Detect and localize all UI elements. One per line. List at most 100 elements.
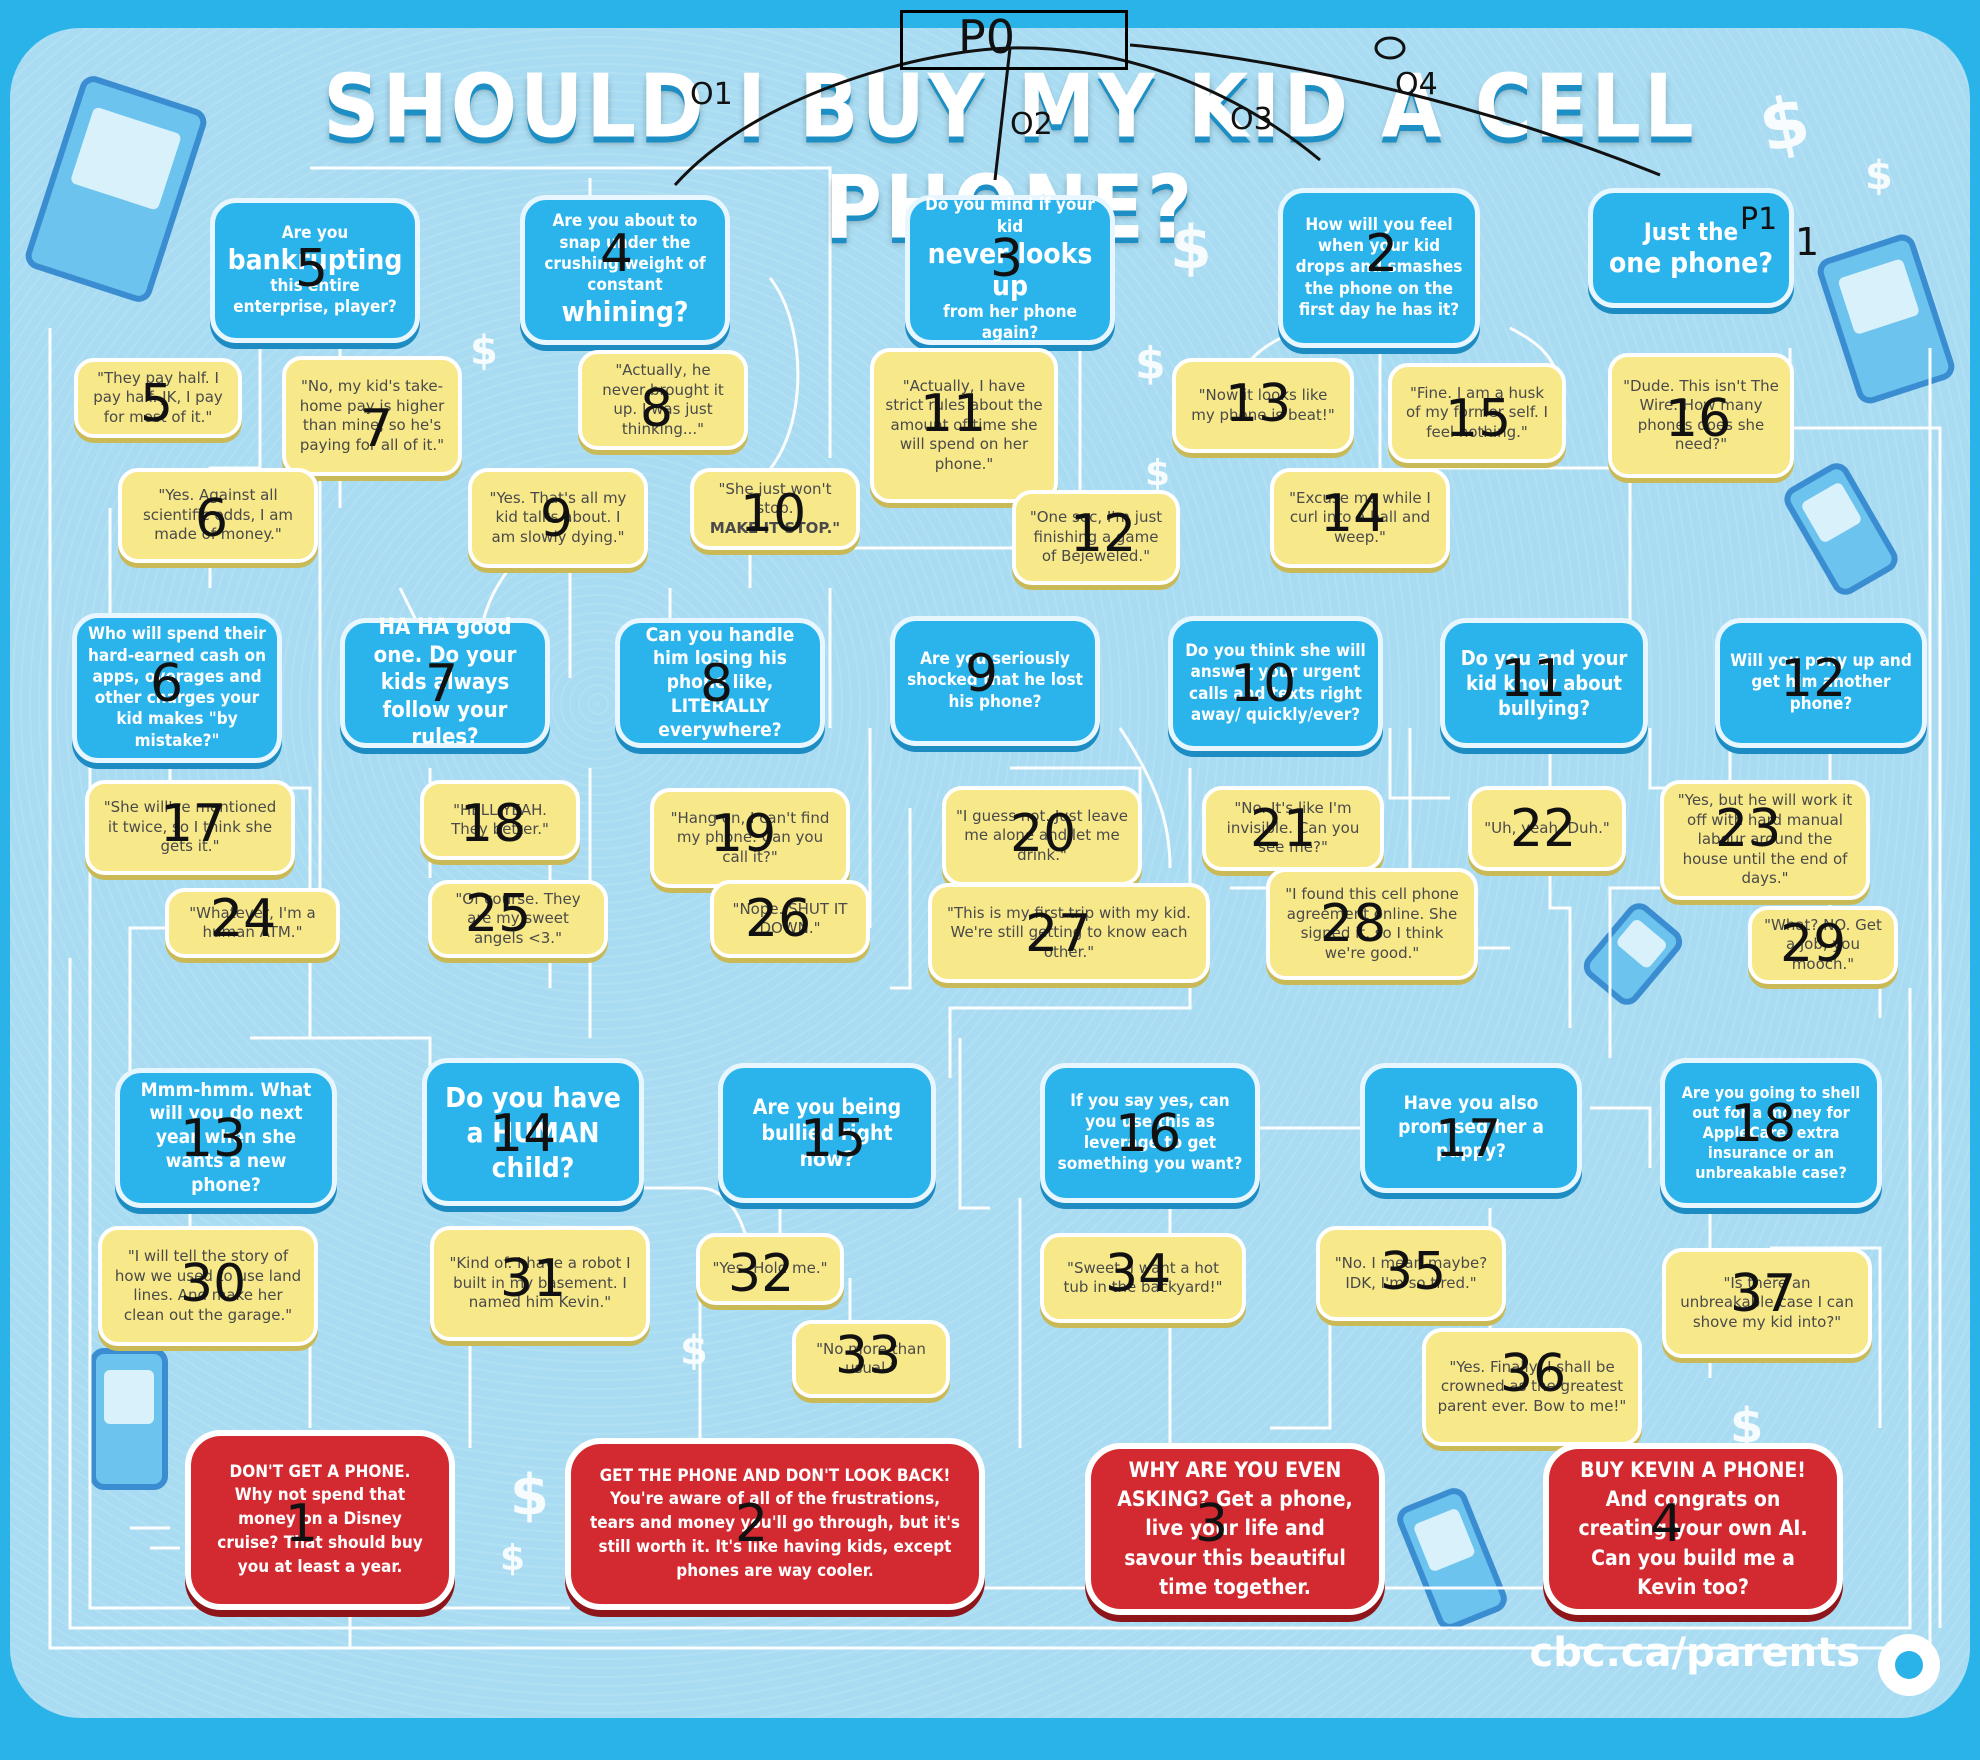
answer-box-34[interactable]: "Sweet. I want a hot tub in the backyard…: [1040, 1233, 1246, 1323]
answer-box-35[interactable]: "No. I mean maybe? IDK, I'm so tired.": [1316, 1226, 1506, 1321]
answer-box-21[interactable]: "No. It's like I'm invisible. Can you se…: [1202, 786, 1384, 871]
ending-text: GET THE PHONE AND DON'T LOOK BACK! You'r…: [589, 1465, 960, 1581]
answer-box-31[interactable]: "Kind of. I have a robot I built in my b…: [430, 1226, 650, 1341]
question-box-13[interactable]: Mmm-hmm. What will you do next year when…: [115, 1068, 337, 1208]
answer-text: "Yes, but he will work it off with hard …: [1677, 791, 1853, 888]
answer-text-bold: MAKE IT STOP.": [709, 518, 841, 537]
answer-text: "Yes. Finally, I shall be crowned as the…: [1437, 1357, 1627, 1415]
question-text: Have you also promised her a puppy?: [1398, 1092, 1544, 1162]
ending-box-2[interactable]: GET THE PHONE AND DON'T LOOK BACK! You'r…: [565, 1438, 985, 1610]
question-box-15[interactable]: Are you being bullied right now?: [718, 1063, 936, 1203]
question-text: Who will spend their hard-earned cash on…: [88, 624, 266, 751]
answer-box-16[interactable]: "Dude. This isn't The Wire. How many pho…: [1608, 353, 1794, 478]
answer-box-33[interactable]: "No more than usual.": [792, 1320, 950, 1398]
answer-box-25[interactable]: "Of course. They are my sweet angels <3.…: [428, 880, 608, 958]
answer-box-8[interactable]: "Actually, he never brought it up. I was…: [578, 350, 748, 450]
answer-box-28[interactable]: "I found this cell phone agreement onlin…: [1266, 868, 1478, 980]
answer-text: "Nope. SHUT IT DOWN.": [732, 899, 848, 938]
answer-text: "Is there an unbreakable case I can shov…: [1680, 1273, 1854, 1331]
question-box-3[interactable]: Do you mind if your kid never looks up fro…: [905, 195, 1115, 345]
question-box-5[interactable]: Are you bankrupting this entire enterprise…: [210, 198, 420, 343]
answer-box-26[interactable]: "Nope. SHUT IT DOWN.": [710, 880, 870, 958]
answer-box-13[interactable]: "Now it looks like my phone is beat!": [1172, 358, 1354, 453]
question-text: Mmm-hmm. What will you do next year when…: [140, 1078, 312, 1196]
answer-box-10[interactable]: "She just won't stop. MAKE IT STOP.": [690, 468, 860, 550]
question-box-8[interactable]: Can you handle him losing his phone like…: [615, 618, 825, 748]
answer-box-24[interactable]: "Whatever, I'm a human ATM.": [165, 888, 340, 958]
answer-text: "I will tell the story of how we used to…: [114, 1247, 302, 1324]
answer-text: "Of course. They are my sweet angels <3.…: [455, 889, 581, 947]
question-box-18[interactable]: Are you going to shell out for a money f…: [1660, 1058, 1882, 1208]
handwritten-label: P1: [1740, 202, 1778, 237]
question-emphasis: whining?: [561, 295, 689, 329]
question-box-17[interactable]: Have you also promised her a puppy?: [1360, 1063, 1582, 1193]
question-text: Are you going to shell out for a money f…: [1681, 1083, 1861, 1182]
question-box-16[interactable]: If you say yes, can you use this as leve…: [1040, 1063, 1260, 1203]
answer-box-23[interactable]: "Yes, but he will work it off with hard …: [1660, 780, 1870, 900]
answer-text: "Yes. Hold me.": [712, 1259, 828, 1278]
question-box-10[interactable]: Do you think she will answer your urgent…: [1168, 616, 1383, 751]
answer-text: "Yes. Against all scientific odds, I am …: [142, 486, 294, 544]
answer-text: "Yes. That's all my kid talks about. I a…: [489, 488, 627, 546]
ending-box-4[interactable]: BUY KEVIN A PHONE! And congrats on creat…: [1543, 1443, 1843, 1615]
answer-box-17[interactable]: "She will've mentioned it twice, so I th…: [85, 780, 295, 875]
question-emphasis: never looks up: [927, 236, 1093, 302]
answer-box-9[interactable]: "Yes. That's all my kid talks about. I a…: [468, 468, 648, 568]
answer-text: "Whatever, I'm a human ATM.": [189, 903, 316, 942]
question-text: Will you pony up and get him another pho…: [1730, 651, 1912, 714]
answer-box-11[interactable]: "Actually, I have strict rules about the…: [870, 348, 1058, 503]
question-text: How will you feel when your kid drops an…: [1295, 214, 1463, 320]
handwritten-label: O2: [1010, 107, 1053, 142]
answer-text: "Fine. I am a husk of my former self. I …: [1406, 383, 1548, 441]
answer-box-36[interactable]: "Yes. Finally, I shall be crowned as the…: [1422, 1328, 1642, 1446]
question-box-4[interactable]: Are you about to snap under the crushing…: [520, 195, 730, 345]
answer-box-12[interactable]: "One sec, I'm just finishing a game of B…: [1012, 490, 1180, 585]
answer-text: "Uh, yeah. Duh.": [1484, 818, 1610, 837]
question-text: Do you and your kid know about bullying?: [1460, 645, 1628, 720]
answer-box-14[interactable]: "Excuse me while I curl into a ball and …: [1270, 468, 1450, 568]
question-box-12[interactable]: Will you pony up and get him another pho…: [1715, 618, 1927, 748]
answer-text: "What? NO. Get a job, you mooch.": [1764, 915, 1882, 973]
answer-box-7[interactable]: "No, my kid's take-home pay is higher th…: [282, 356, 462, 476]
ending-box-1[interactable]: DON'T GET A PHONE. Why not spend that mo…: [185, 1430, 455, 1610]
answer-text: "Dude. This isn't The Wire. How many pho…: [1623, 376, 1779, 454]
answer-text: "No, my kid's take-home pay is higher th…: [299, 377, 445, 454]
answer-text: "This is my first trip with my kid. We'r…: [947, 903, 1191, 961]
answer-box-18[interactable]: "HELL YEAH. They better.": [420, 780, 580, 860]
answer-box-15[interactable]: "Fine. I am a husk of my former self. I …: [1388, 363, 1566, 463]
answer-text: "She just won't stop.: [718, 479, 832, 518]
answer-text: "They pay half. I pay half. JK, I pay fo…: [93, 368, 223, 426]
question-text: Do you think she will answer your urgent…: [1185, 641, 1366, 725]
question-text: Do you mind if your kid: [925, 195, 1095, 237]
question-box-14[interactable]: Do you have a HUMAN child?: [422, 1058, 644, 1206]
answer-text: "Actually, he never brought it up. I was…: [602, 361, 724, 438]
question-text: If you say yes, can you use this as leve…: [1057, 1090, 1243, 1175]
answer-box-29[interactable]: "What? NO. Get a job, you mooch.": [1748, 906, 1898, 984]
handwritten-label: O1: [690, 77, 733, 112]
answer-box-5[interactable]: "They pay half. I pay half. JK, I pay fo…: [74, 358, 242, 438]
answer-box-27[interactable]: "This is my first trip with my kid. We'r…: [928, 883, 1210, 983]
ending-box-3[interactable]: WHY ARE YOU EVEN ASKING? Get a phone, li…: [1085, 1443, 1385, 1615]
answer-text: "Sweet. I want a hot tub in the backyard…: [1063, 1258, 1223, 1297]
answer-box-32[interactable]: "Yes. Hold me.": [696, 1233, 844, 1305]
question-box-6[interactable]: Who will spend their hard-earned cash on…: [72, 613, 282, 763]
question-text: Can you handle him losing his phone like…: [645, 623, 795, 741]
question-box-7[interactable]: HA HA good one. Do your kids always foll…: [340, 615, 550, 750]
answer-box-22[interactable]: "Uh, yeah. Duh.": [1468, 786, 1626, 871]
question-box-2[interactable]: How will you feel when your kid drops an…: [1278, 188, 1480, 348]
answer-text: "Actually, I have strict rules about the…: [885, 376, 1043, 473]
question-emphasis: one phone?: [1608, 245, 1774, 279]
footer-url[interactable]: cbc.ca/parents: [1530, 1630, 1860, 1676]
question-text: Are you about to snap under the crushing…: [544, 211, 706, 296]
question-box-9[interactable]: Are you seriously shocked that he lost h…: [890, 616, 1100, 746]
answer-text: "No. I mean maybe? IDK, I'm so tired.": [1334, 1254, 1488, 1292]
answer-text: "I found this cell phone agreement onlin…: [1285, 885, 1459, 962]
answer-box-19[interactable]: "Hang on, I can't find my phone. Can you…: [650, 788, 850, 888]
question-box-11[interactable]: Do you and your kid know about bullying?: [1440, 618, 1648, 748]
answer-box-20[interactable]: "I guess not. Just leave me alone and le…: [942, 786, 1142, 886]
answer-box-37[interactable]: "Is there an unbreakable case I can shov…: [1662, 1248, 1872, 1358]
answer-text: "She will've mentioned it twice, so I th…: [103, 798, 277, 856]
answer-box-6[interactable]: "Yes. Against all scientific odds, I am …: [118, 468, 318, 563]
answer-box-30[interactable]: "I will tell the story of how we used to…: [98, 1226, 318, 1346]
question-text: Are you seriously shocked that he lost h…: [907, 649, 1083, 712]
